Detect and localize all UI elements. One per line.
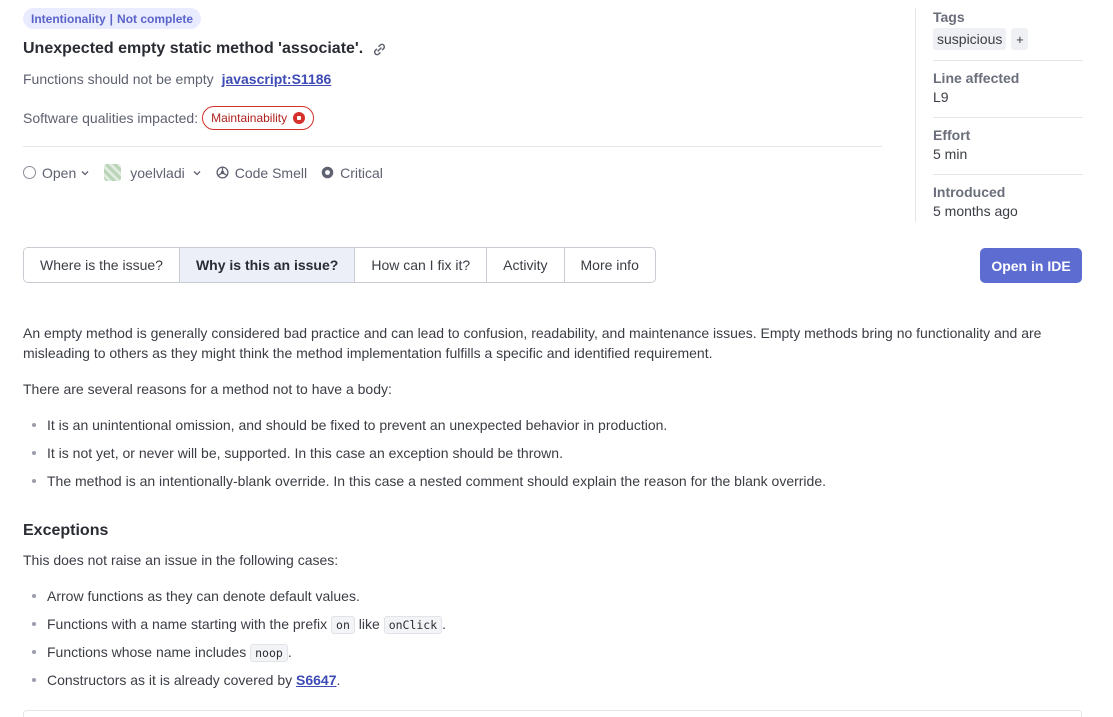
list-item-text: . xyxy=(336,672,341,688)
status-dropdown[interactable]: Open xyxy=(23,165,90,181)
tab-how-can-i-fix-it[interactable]: How can I fix it? xyxy=(355,248,488,282)
sidebar-divider xyxy=(933,60,1083,61)
sidebar-divider xyxy=(933,174,1083,175)
tab-where-is-the-issue[interactable]: Where is the issue? xyxy=(24,248,180,282)
quality-pill-maintainability[interactable]: Maintainability xyxy=(202,106,315,130)
line-affected-label: Line affected xyxy=(933,70,1020,86)
list-item: Functions whose name includes noop. xyxy=(23,642,1082,670)
chevron-down-icon xyxy=(192,168,202,178)
issue-type: Code Smell xyxy=(216,165,307,181)
assignee-label: yoelvladi xyxy=(130,164,185,181)
list-item: Arrow functions as they can denote defau… xyxy=(23,586,1082,614)
tags-label: Tags xyxy=(933,9,965,25)
status-open-icon xyxy=(23,166,36,179)
quality-pill-label: Maintainability xyxy=(211,111,288,125)
issue-tabs: Where is the issue? Why is this an issue… xyxy=(23,247,656,283)
list-item: The method is an intentionally-blank ove… xyxy=(23,471,1082,499)
list-item: It is an unintentional omission, and sho… xyxy=(23,415,1082,443)
exceptions-intro: This does not raise an issue in the foll… xyxy=(23,552,339,568)
tags-section: Tags suspicious + xyxy=(933,9,1083,50)
line-affected-section: Line affected L9 xyxy=(933,70,1083,105)
tab-activity[interactable]: Activity xyxy=(487,248,565,282)
effort-section: Effort 5 min xyxy=(933,127,1083,162)
reasons-list: It is an unintentional omission, and sho… xyxy=(23,415,1082,499)
effort-label: Effort xyxy=(933,127,971,143)
introduced-value: 5 months ago xyxy=(933,203,1018,219)
list-item: Constructors as it is already covered by… xyxy=(23,670,1082,698)
list-item: It is not yet, or never will be, support… xyxy=(23,443,1082,471)
introduced-label: Introduced xyxy=(933,184,1006,200)
critical-severity-icon xyxy=(321,166,334,179)
code-smell-icon xyxy=(216,166,229,179)
intro-paragraph: An empty method is generally considered … xyxy=(23,325,1042,361)
badge-separator: | xyxy=(109,11,114,26)
rule-description-text: Functions should not be empty xyxy=(23,71,214,87)
issue-type-label: Code Smell xyxy=(234,164,308,181)
software-qualities: Software qualities impacted: Maintainabi… xyxy=(23,106,315,130)
chevron-down-icon xyxy=(80,168,90,178)
rule-explanation: An empty method is generally considered … xyxy=(23,323,1082,698)
avatar xyxy=(104,164,122,181)
add-tag-button[interactable]: + xyxy=(1011,28,1029,50)
rule-description: Functions should not be empty javascript… xyxy=(23,71,331,87)
list-item-text: Constructors as it is already covered by xyxy=(47,672,293,688)
attribute-status: Not complete xyxy=(117,11,194,26)
list-item: Functions with a name starting with the … xyxy=(23,614,1082,642)
tab-why-is-this-an-issue[interactable]: Why is this an issue? xyxy=(179,248,356,282)
exceptions-heading: Exceptions xyxy=(23,522,109,539)
list-item-text: . xyxy=(287,644,292,660)
issue-title: Unexpected empty static method 'associat… xyxy=(23,40,387,58)
introduced-section: Introduced 5 months ago xyxy=(933,184,1083,219)
line-affected-value: L9 xyxy=(933,89,949,105)
issue-meta-row: Open yoelvladi Code Smell Critical xyxy=(23,164,397,181)
permalink-icon[interactable] xyxy=(372,42,387,57)
issue-title-text: Unexpected empty static method 'associat… xyxy=(23,40,364,57)
exceptions-list: Arrow functions as they can denote defau… xyxy=(23,586,1082,698)
reasons-intro: There are several reasons for a method n… xyxy=(23,381,392,397)
issue-severity: Critical xyxy=(321,165,383,181)
next-section-box xyxy=(23,710,1082,717)
severity-label: Critical xyxy=(340,164,383,181)
inline-code: on xyxy=(331,616,355,634)
blocker-severity-icon xyxy=(293,112,306,124)
list-item-text: . xyxy=(442,616,447,632)
attribute-category: Intentionality xyxy=(31,11,106,26)
effort-value: 5 min xyxy=(933,146,968,162)
inline-code: onClick xyxy=(383,616,443,634)
list-item-text: like xyxy=(358,616,380,632)
inline-code: noop xyxy=(250,644,288,662)
status-label: Open xyxy=(42,164,77,181)
rule-link-s6647[interactable]: S6647 xyxy=(296,672,336,688)
tab-more-info[interactable]: More info xyxy=(564,248,655,282)
tag-chip[interactable]: suspicious xyxy=(933,28,1007,50)
header-divider xyxy=(23,146,882,147)
sidebar-divider xyxy=(933,117,1083,118)
rule-key-link[interactable]: javascript:S1186 xyxy=(222,71,332,87)
list-item-text: Functions whose name includes xyxy=(47,644,247,660)
clean-code-attribute-badge: Intentionality | Not complete xyxy=(23,8,202,29)
list-item-text: Functions with a name starting with the … xyxy=(47,616,328,632)
open-in-ide-button[interactable]: Open in IDE xyxy=(980,248,1082,283)
qualities-label: Software qualities impacted: xyxy=(23,110,199,126)
assignee-dropdown[interactable]: yoelvladi xyxy=(104,164,201,181)
issue-details-sidebar: Tags suspicious + Line affected L9 Effor… xyxy=(915,8,1083,222)
